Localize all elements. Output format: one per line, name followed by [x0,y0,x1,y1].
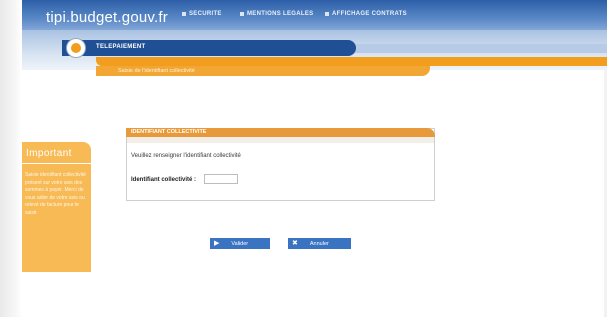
orange-bullet-icon [66,38,86,58]
nav-bullet-icon [325,12,329,16]
identifier-input[interactable] [204,174,238,184]
form-panel-strip [127,137,434,143]
nav-bullet-icon [182,12,186,16]
identifier-label: Identifiant collectivité : [131,177,197,183]
validate-button[interactable]: ▶ Valider [210,238,270,249]
nav-link-label: AFFICHAGE CONTRATS [332,11,407,17]
site-logo[interactable]: tipi.budget.gouv.fr [46,9,168,26]
scan-left-edge [0,0,22,317]
nav-bullet-icon [240,12,244,16]
form-instruction: Veuillez renseigner l'identifiant collec… [131,153,241,159]
nav-link-label: SECURITE [189,11,222,17]
validate-button-label: Valider [231,240,249,247]
nav-link-securite[interactable]: SECURITE [182,11,222,17]
cancel-button-label: Annuler [309,240,329,247]
orange-band [96,57,607,66]
nav-link-label: MENTIONS LEGALES [247,11,314,17]
sidebar-text: Saisie identifiant collectivité présent … [25,172,86,216]
page-title: TELEPAIEMENT [96,44,146,50]
nav-link-mentions[interactable]: MENTIONS LEGALES [240,11,313,17]
sidebar-title: Important [26,148,72,159]
form-panel-title: IDENTIFIANT COLLECTIVITE [131,129,207,135]
arrow-right-icon: ▶ [214,240,220,247]
title-bar-extension [354,44,607,53]
sidebar-divider [22,163,91,164]
breadcrumb: Saisie de l'identifiant collectivité [118,68,195,74]
cancel-button[interactable]: ✖ Annuler [288,238,351,249]
nav-link-affichage[interactable]: AFFICHAGE CONTRATS [325,11,407,17]
close-icon: ✖ [292,240,298,247]
